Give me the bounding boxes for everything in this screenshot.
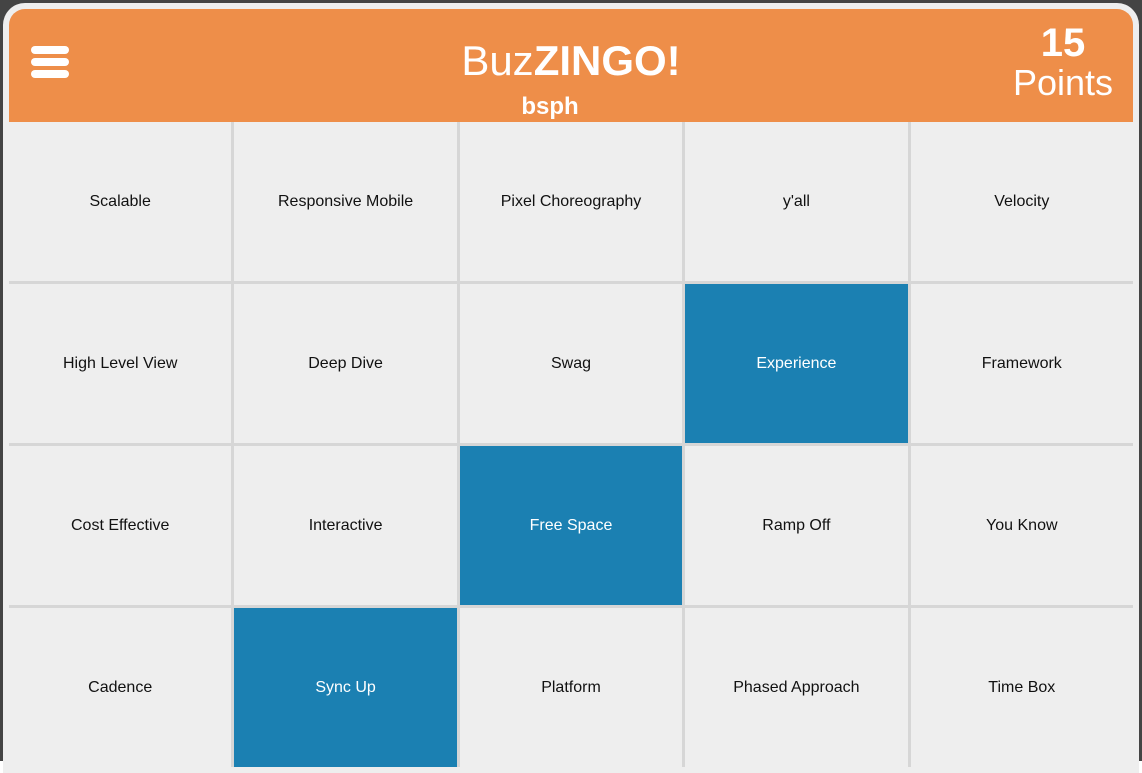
points-display: 15 Points xyxy=(993,23,1133,103)
bingo-cell[interactable]: Ramp Off xyxy=(685,446,908,605)
bingo-cell[interactable]: Velocity xyxy=(910,122,1133,281)
bingo-cell[interactable]: Time Box xyxy=(910,608,1133,767)
bingo-cell[interactable]: Platform xyxy=(459,608,683,767)
app-title: BuzZINGO! xyxy=(9,37,1133,85)
bingo-cell[interactable]: Free Space xyxy=(459,446,683,605)
bingo-cell[interactable]: Swag xyxy=(459,284,683,443)
bingo-cell[interactable]: Scalable xyxy=(9,122,232,281)
header-bar: BuzZINGO! bsph 15 Points xyxy=(9,9,1133,122)
bingo-cell[interactable]: Interactive xyxy=(234,446,457,605)
app-content: BuzZINGO! bsph 15 Points Scalable Respons… xyxy=(9,9,1133,773)
bingo-cell[interactable]: High Level View xyxy=(9,284,232,443)
app-window: BuzZINGO! bsph 15 Points Scalable Respons… xyxy=(3,3,1139,773)
bingo-cell[interactable]: Framework xyxy=(910,284,1133,443)
bingo-cell[interactable]: Cost Effective xyxy=(9,446,232,605)
app-title-light: Buz xyxy=(461,37,534,84)
app-title-bold: ZINGO! xyxy=(533,37,681,84)
points-label: Points xyxy=(1012,62,1114,103)
bingo-cell[interactable]: Cadence xyxy=(9,608,232,767)
game-code: bsph xyxy=(521,93,579,120)
bingo-cell[interactable]: Experience xyxy=(685,284,908,443)
bingo-board: Scalable Responsive Mobile Pixel Choreogra… xyxy=(9,122,1133,767)
bingo-cell[interactable]: Sync Up xyxy=(234,608,457,767)
bingo-cell[interactable]: Pixel Choreography xyxy=(459,122,683,281)
bingo-cell[interactable]: Phased Approach xyxy=(685,608,908,767)
points-value: 15 xyxy=(1040,21,1086,65)
app-frame: BuzZINGO! bsph 15 Points Scalable Respons… xyxy=(0,0,1142,773)
bingo-cell[interactable]: Responsive Mobile xyxy=(234,122,457,281)
bingo-cell[interactable]: Deep Dive xyxy=(234,284,457,443)
bingo-cell[interactable]: You Know xyxy=(910,446,1133,605)
bingo-cell[interactable]: y'all xyxy=(685,122,908,281)
